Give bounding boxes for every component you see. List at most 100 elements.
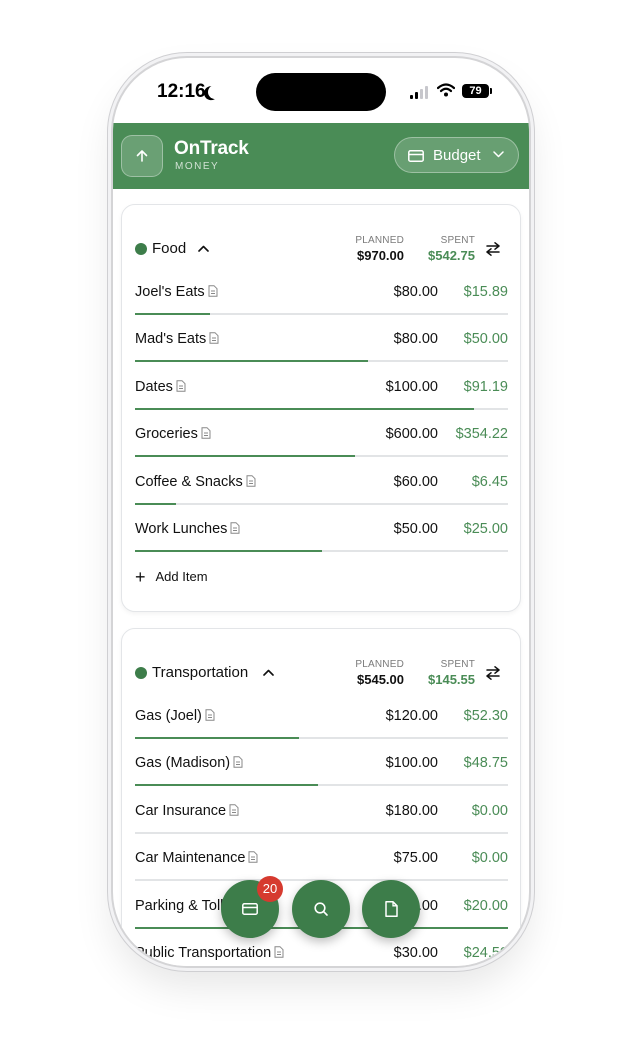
category-dot [135, 243, 147, 255]
card-icon [242, 903, 258, 915]
progress-fill [135, 313, 210, 315]
budget-item-row[interactable]: Gas (Madison) $100.00 $48.75 [135, 755, 508, 803]
scroll-top-button[interactable] [121, 135, 163, 177]
item-spent: $20.00 [463, 898, 508, 914]
phone-frame: 12:16 79 OnTrack MONEY Budget Food PLANN… [113, 58, 529, 966]
item-spent: $25.00 [463, 521, 508, 537]
category-planned: $970.00 [357, 248, 404, 263]
moon-icon [205, 82, 224, 101]
view-selector-button[interactable]: Budget [394, 137, 519, 173]
app-header: OnTrack MONEY Budget [113, 123, 529, 189]
item-spent: $6.45 [471, 474, 508, 490]
progress-track [135, 408, 508, 410]
item-name: Work Lunches [135, 521, 240, 537]
item-planned: $80.00 [393, 331, 438, 347]
category-planned: $545.00 [357, 672, 404, 687]
document-icon[interactable] [208, 285, 218, 297]
item-spent: $15.89 [463, 284, 508, 300]
spent-label: SPENT [440, 235, 475, 246]
item-name: Coffee & Snacks [135, 474, 256, 490]
chevron-up-icon[interactable] [263, 669, 274, 676]
app-title: OnTrack [174, 138, 249, 159]
status-bar: 12:16 79 [113, 58, 529, 122]
document-icon[interactable] [205, 709, 215, 721]
arrow-up-icon [136, 150, 148, 162]
plus-icon: + [135, 567, 146, 587]
category-name[interactable]: Transportation [152, 664, 248, 681]
budget-item-row[interactable]: Work Lunches $50.00 $25.00 [135, 521, 508, 569]
view-selector-label: Budget [433, 147, 481, 164]
status-time: 12:16 [157, 81, 206, 102]
app-subtitle: MONEY [175, 161, 220, 172]
progress-track [135, 313, 508, 315]
item-spent: $24.50 [463, 945, 508, 961]
category-card-food: Food PLANNED $970.00 SPENT $542.75 Joel'… [121, 204, 521, 612]
budget-item-row[interactable]: Joel's Eats $80.00 $15.89 [135, 284, 508, 332]
item-spent: $91.19 [463, 379, 508, 395]
budget-item-row[interactable]: Coffee & Snacks $60.00 $6.45 [135, 474, 508, 522]
document-icon[interactable] [209, 332, 219, 344]
item-name: Car Maintenance [135, 850, 258, 866]
progress-fill [135, 737, 300, 739]
item-spent: $50.00 [463, 331, 508, 347]
document-icon[interactable] [248, 851, 258, 863]
item-planned: $30.00 [393, 945, 438, 961]
search-fab[interactable] [292, 880, 350, 938]
item-planned: $100.00 [385, 755, 438, 771]
planned-label: PLANNED [355, 659, 404, 670]
category-name[interactable]: Food [152, 240, 186, 257]
progress-track [135, 832, 508, 834]
item-spent: $0.00 [471, 803, 508, 819]
document-icon[interactable] [230, 522, 240, 534]
planned-label: PLANNED [355, 235, 404, 246]
progress-track [135, 360, 508, 362]
item-name: Dates [135, 379, 186, 395]
swap-icon[interactable] [485, 242, 501, 256]
item-name: Gas (Madison) [135, 755, 243, 771]
document-icon[interactable] [274, 946, 284, 958]
item-planned: $100.00 [385, 379, 438, 395]
budget-item-row[interactable]: Gas (Joel) $120.00 $52.30 [135, 708, 508, 756]
item-name: Joel's Eats [135, 284, 218, 300]
progress-track [135, 784, 508, 786]
dynamic-island [256, 73, 386, 111]
item-name: Car Insurance [135, 803, 239, 819]
documents-fab[interactable] [362, 880, 420, 938]
budget-item-row[interactable]: Groceries $600.00 $354.22 [135, 426, 508, 474]
item-name: Groceries [135, 426, 211, 442]
progress-fill [135, 784, 318, 786]
document-icon[interactable] [201, 427, 211, 439]
swap-icon[interactable] [485, 666, 501, 680]
progress-fill [135, 360, 369, 362]
item-planned: $600.00 [385, 426, 438, 442]
item-name: Mad's Eats [135, 331, 219, 347]
item-planned: $50.00 [393, 521, 438, 537]
chevron-up-icon[interactable] [198, 245, 209, 252]
document-icon[interactable] [176, 380, 186, 392]
budget-item-row[interactable]: Mad's Eats $80.00 $50.00 [135, 331, 508, 379]
battery-tip [490, 88, 492, 94]
item-name: Gas (Joel) [135, 708, 215, 724]
progress-fill [135, 408, 475, 410]
document-icon[interactable] [229, 804, 239, 816]
transactions-fab[interactable]: 20 [221, 876, 283, 938]
document-icon[interactable] [246, 475, 256, 487]
item-planned: $80.00 [393, 284, 438, 300]
item-spent: $0.00 [471, 850, 508, 866]
category-dot [135, 667, 147, 679]
progress-track [135, 503, 508, 505]
budget-item-row[interactable]: Public Transportation $30.00 $24.50 [135, 945, 508, 966]
budget-item-row[interactable]: Car Insurance $180.00 $0.00 [135, 803, 508, 851]
progress-track [135, 550, 508, 552]
add-item-label: Add Item [155, 569, 208, 584]
add-item-button[interactable]: + Add Item [135, 567, 208, 588]
wifi-icon [437, 83, 455, 97]
item-planned: $75.00 [393, 850, 438, 866]
item-spent: $48.75 [463, 755, 508, 771]
spent-label: SPENT [440, 659, 475, 670]
category-spent: $542.75 [428, 248, 475, 263]
item-spent: $354.22 [455, 426, 508, 442]
budget-item-row[interactable]: Dates $100.00 $91.19 [135, 379, 508, 427]
item-name: Public Transportation [135, 945, 284, 961]
document-icon[interactable] [233, 756, 243, 768]
